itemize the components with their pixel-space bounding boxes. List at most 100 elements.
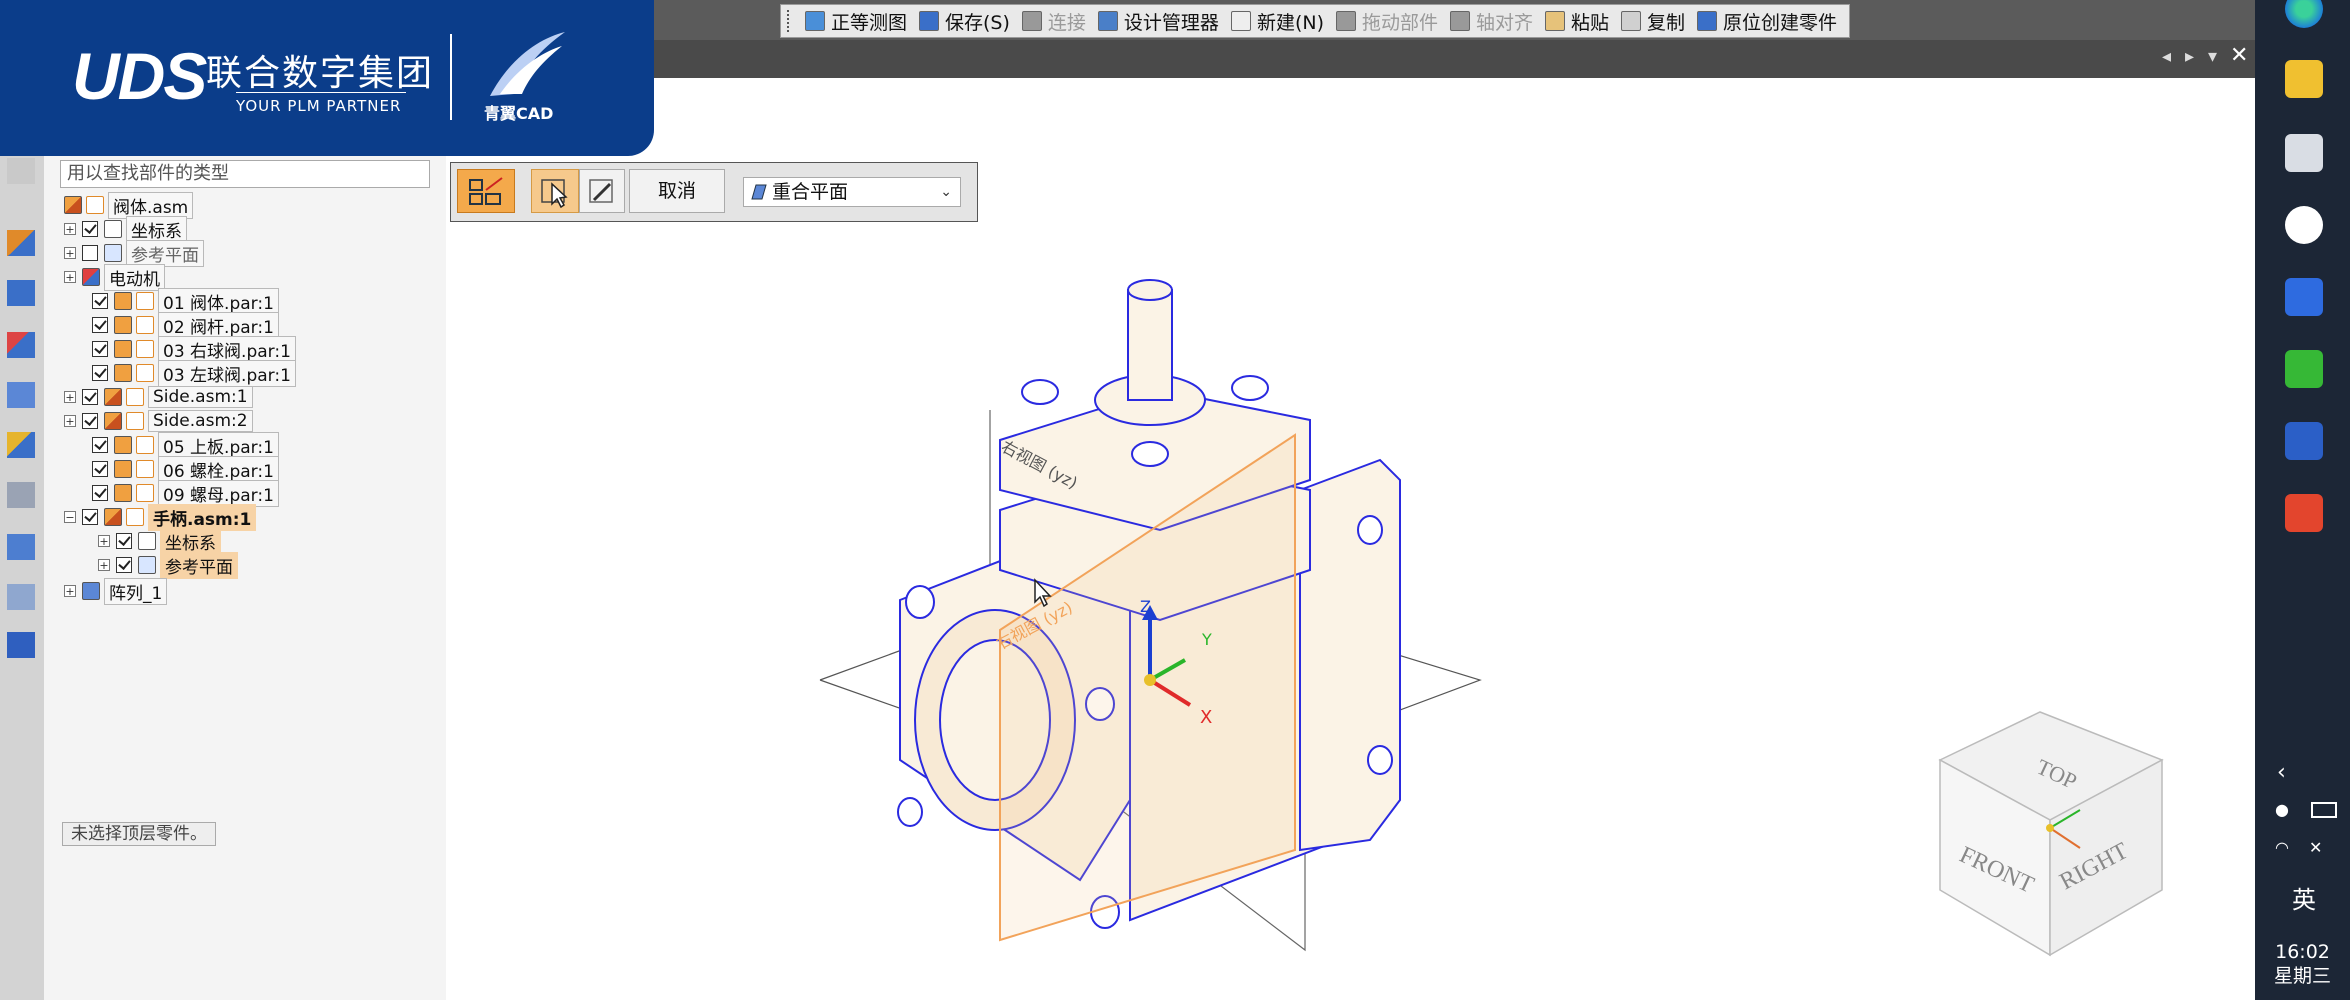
tab-list-icon[interactable]: ▾	[2208, 46, 2217, 67]
tree-node[interactable]: 03 左球阀.par:1	[92, 359, 296, 387]
tab-scroll-right-icon[interactable]: ▸	[2185, 46, 2194, 67]
input-method-indicator[interactable]: 英	[2292, 880, 2316, 915]
tree-node[interactable]: + 阵列_1	[64, 577, 168, 605]
expand-icon[interactable]: +	[64, 223, 76, 235]
axis-x-label: X	[1200, 707, 1212, 728]
coordinate-system-icon	[104, 220, 122, 238]
expand-icon[interactable]: +	[64, 585, 76, 597]
camtasia-icon[interactable]	[2285, 350, 2323, 388]
cad-app-icon[interactable]	[2285, 278, 2323, 316]
toolbar-item-5[interactable]: 拖动部件	[1330, 5, 1444, 37]
visibility-checkbox[interactable]	[82, 221, 98, 237]
expand-icon[interactable]: +	[64, 391, 76, 403]
toolbar-item-6[interactable]: 轴对齐	[1444, 5, 1539, 37]
toolbar-grip[interactable]	[787, 10, 795, 32]
tree-node[interactable]: 02 阀杆.par:1	[92, 311, 279, 339]
tree-node[interactable]: − 手柄.asm:1	[64, 503, 257, 531]
cloud-app-icon[interactable]	[2285, 206, 2323, 244]
tree-node[interactable]: + 坐标系	[98, 527, 221, 555]
microphone-icon[interactable]: ●	[2275, 800, 2289, 819]
edge-browser-icon[interactable]	[2285, 0, 2323, 28]
speaker-muted-icon[interactable]: ✕	[2309, 838, 2322, 857]
toolbar-item-1[interactable]: 保存(S)	[913, 5, 1016, 37]
toolbar-item-3[interactable]: 设计管理器	[1092, 5, 1225, 37]
image-tab-icon[interactable]	[7, 534, 35, 560]
visibility-checkbox[interactable]	[92, 461, 108, 477]
toolbar-item-8[interactable]: 复制	[1615, 5, 1691, 37]
tree-node[interactable]: + Side.asm:2	[64, 410, 253, 432]
toolbar-item-4[interactable]: 新建(N)	[1225, 5, 1330, 37]
visibility-checkbox[interactable]	[92, 293, 108, 309]
show-hidden-icons-icon[interactable]: ‹	[2277, 760, 2286, 785]
visibility-checkbox[interactable]	[92, 437, 108, 453]
visibility-checkbox[interactable]	[92, 365, 108, 381]
side-tab-blank[interactable]	[7, 158, 35, 184]
assemble-options-button[interactable]	[457, 169, 515, 213]
toolbar-item-9[interactable]: 原位创建零件	[1691, 5, 1843, 37]
axis-y-label: Y	[1201, 630, 1212, 649]
valve-right-flange	[1299, 458, 1401, 852]
bolt-head	[1231, 375, 1269, 401]
collapse-icon[interactable]: −	[64, 511, 76, 523]
cancel-button[interactable]: 取消	[629, 169, 725, 213]
visibility-checkbox[interactable]	[82, 389, 98, 405]
tree-node[interactable]: 05 上板.par:1	[92, 431, 279, 459]
visibility-checkbox[interactable]	[92, 341, 108, 357]
relationship-type-select[interactable]: 重合平面 ⌄	[743, 177, 961, 207]
view-cube[interactable]: TOP FRONT RIGHT	[1930, 700, 2170, 960]
tree-node[interactable]: 09 螺母.par:1	[92, 479, 279, 507]
expand-icon[interactable]: +	[98, 535, 110, 547]
visibility-checkbox[interactable]	[82, 245, 98, 261]
tool-tab-icon[interactable]	[7, 482, 35, 508]
nodes-tab-icon[interactable]	[7, 584, 35, 610]
calculator-icon[interactable]	[2285, 134, 2323, 172]
part-search-input[interactable]: 用以查找部件的类型	[60, 160, 430, 188]
tree-node[interactable]: + 电动机	[64, 263, 165, 291]
toolbar-item-7[interactable]: 粘贴	[1539, 5, 1615, 37]
library-tab-icon[interactable]	[7, 382, 35, 408]
tree-node-label: 手柄.asm:1	[148, 503, 257, 531]
valve-assembly-model[interactable]: 右视图 (yz) 右视图 (yz) Z Y X	[780, 240, 1500, 960]
toolbar-item-0[interactable]: 正等测图	[799, 5, 913, 37]
visibility-checkbox[interactable]	[92, 485, 108, 501]
file-explorer-icon[interactable]	[2285, 60, 2323, 98]
tab-scroll-left-icon[interactable]: ◂	[2162, 46, 2171, 67]
layers-tab-icon[interactable]	[7, 332, 35, 358]
tree-node[interactable]: + 坐标系	[64, 215, 187, 243]
tree-node[interactable]: 06 螺栓.par:1	[92, 455, 279, 483]
visibility-checkbox[interactable]	[82, 509, 98, 525]
expand-icon[interactable]: +	[64, 415, 76, 427]
wifi-icon[interactable]: ◠	[2275, 838, 2289, 857]
assembly-icon	[104, 508, 122, 526]
visibility-checkbox[interactable]	[116, 557, 132, 573]
word-icon[interactable]	[2285, 422, 2323, 460]
red-app-icon[interactable]	[2285, 494, 2323, 532]
toolbar-item-label: 复制	[1647, 11, 1686, 34]
help-tab-icon[interactable]	[7, 280, 35, 306]
expand-icon[interactable]: +	[64, 247, 76, 259]
color-tab-icon[interactable]	[7, 432, 35, 458]
tree-node[interactable]: + 参考平面	[98, 551, 238, 579]
visibility-checkbox[interactable]	[92, 317, 108, 333]
taskbar-clock[interactable]: 16:02 星期三	[2255, 940, 2350, 988]
toolbar-item-2[interactable]: 连接	[1016, 5, 1092, 37]
edit-definition-button[interactable]	[579, 169, 625, 213]
tree-node[interactable]: 03 右球阀.par:1	[92, 335, 296, 363]
settings-tab-icon[interactable]	[7, 632, 35, 658]
tree-node-label: 参考平面	[126, 239, 204, 267]
close-document-icon[interactable]: ✕	[2230, 43, 2248, 68]
visibility-checkbox[interactable]	[82, 413, 98, 429]
tree-node[interactable]: 阀体.asm	[64, 191, 194, 219]
pathfinder-tab-icon[interactable]	[7, 230, 35, 256]
plane-relation-icon	[751, 184, 767, 200]
tagline: YOUR PLM PARTNER	[236, 92, 406, 115]
tree-node[interactable]: 01 阀体.par:1	[92, 287, 279, 315]
battery-icon[interactable]	[2311, 802, 2337, 818]
tree-node[interactable]: + 参考平面	[64, 239, 204, 267]
toolbar-item-label: 拖动部件	[1361, 11, 1438, 34]
tree-node[interactable]: + Side.asm:1	[64, 386, 253, 408]
visibility-checkbox[interactable]	[116, 533, 132, 549]
expand-icon[interactable]: +	[98, 559, 110, 571]
expand-icon[interactable]: +	[64, 271, 76, 283]
select-target-button[interactable]	[531, 169, 579, 213]
